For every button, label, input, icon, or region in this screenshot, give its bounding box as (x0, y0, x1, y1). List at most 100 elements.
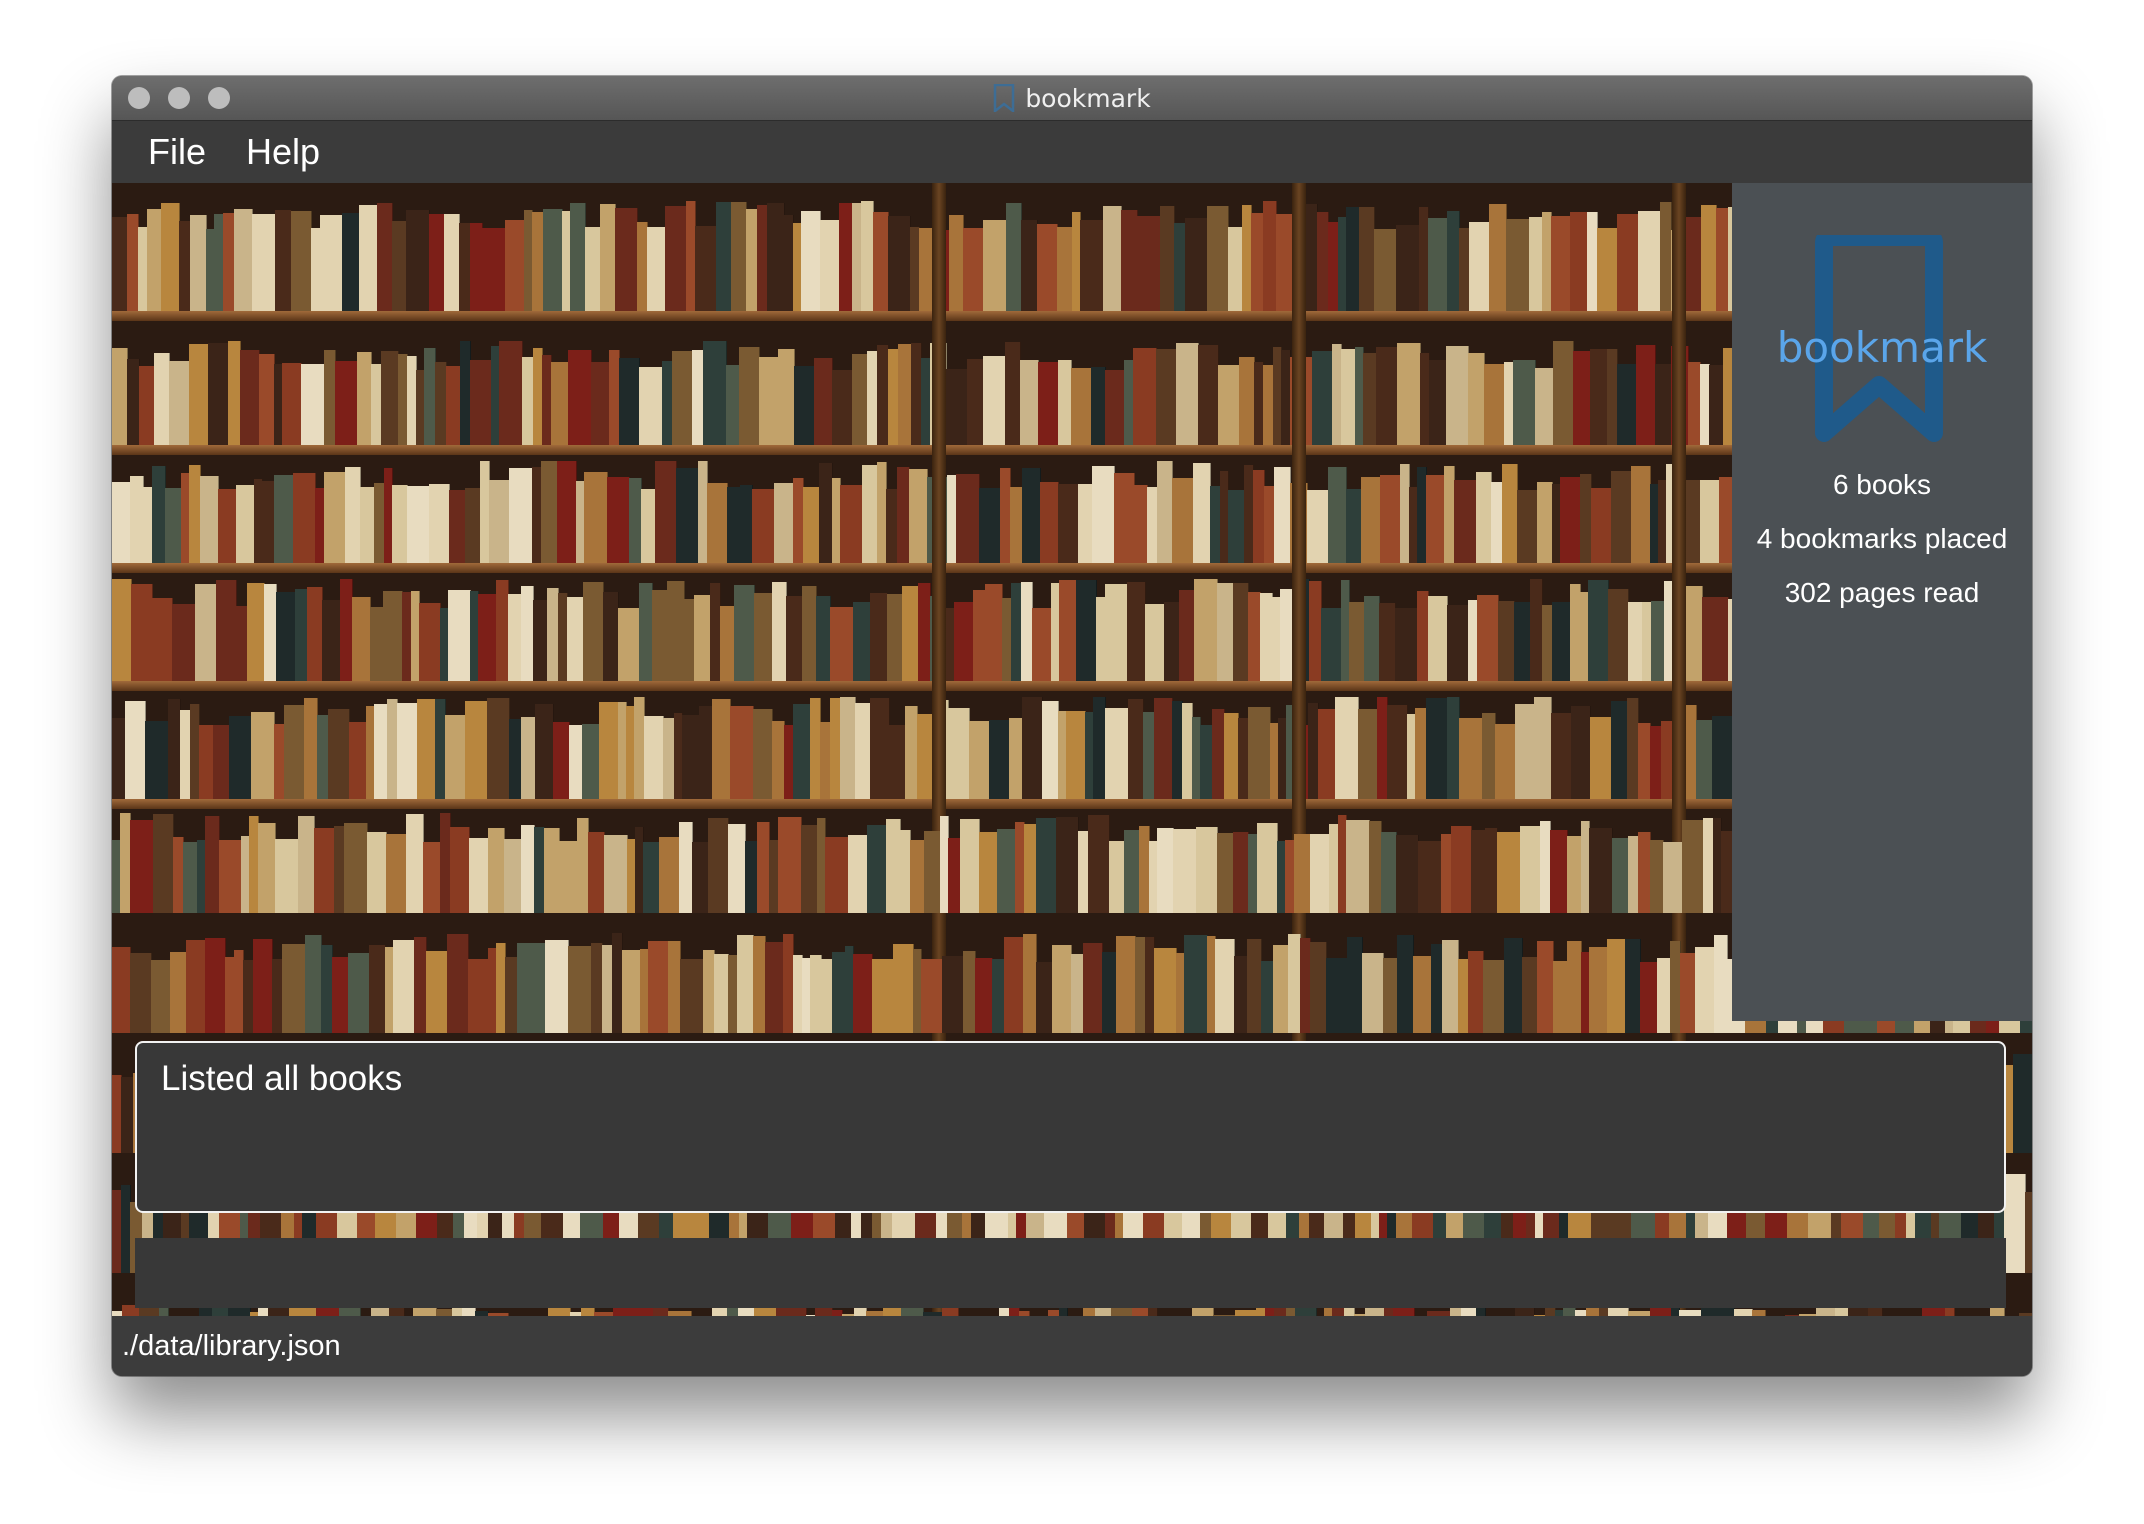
book-spine (152, 466, 166, 563)
book-spine (298, 816, 315, 913)
book-spine (801, 211, 821, 311)
book-spine (553, 722, 570, 799)
book-spine (1714, 935, 1728, 1033)
book-spine (1700, 480, 1720, 563)
book-spine (870, 593, 888, 681)
book-spine (1628, 602, 1643, 681)
book-spine (873, 212, 889, 311)
book-spine (1239, 357, 1255, 445)
book-spine (754, 593, 773, 681)
book-spine (1418, 841, 1442, 913)
book-spine (793, 704, 811, 799)
book-spine (1468, 353, 1485, 445)
book-spine (1429, 360, 1447, 445)
book-spine (1233, 583, 1249, 681)
book-spine (199, 725, 214, 799)
book-spine (367, 832, 387, 913)
book-spine (240, 350, 260, 445)
book-spine (622, 950, 641, 1033)
book-spine (979, 832, 998, 913)
book-spine (1066, 711, 1086, 799)
book-spine (1553, 961, 1568, 1033)
book-spine (652, 590, 668, 681)
command-input[interactable] (135, 1238, 2006, 1308)
book-spine (727, 487, 741, 563)
book-spine (1341, 349, 1356, 445)
book-spine (825, 837, 849, 913)
book-spine (488, 828, 505, 913)
menu-file[interactable]: File (148, 131, 206, 173)
book-spine (406, 814, 424, 913)
book-spine (218, 489, 237, 563)
book-spine (1684, 217, 1702, 311)
book-spine (342, 213, 360, 311)
book-spine (499, 341, 523, 445)
book-spine (130, 953, 152, 1033)
book-spine (1397, 935, 1414, 1033)
book-spine (819, 463, 833, 563)
book-spine (643, 842, 660, 913)
book-spine (924, 831, 941, 913)
book-spine (1504, 938, 1523, 1033)
book-spine (639, 367, 663, 445)
book-spine (253, 939, 273, 1033)
book-spine (1040, 482, 1059, 563)
book-spine (1184, 935, 1208, 1033)
book-spine (1553, 341, 1574, 445)
book-spine (1696, 720, 1713, 799)
book-spine (293, 473, 316, 563)
book-spine (2013, 1054, 2032, 1153)
book-spine (615, 208, 638, 311)
book-spine (1459, 718, 1483, 799)
book-spine (446, 366, 461, 445)
book-spine (910, 840, 925, 913)
book-spine (607, 477, 630, 563)
book-spine (639, 583, 653, 681)
book-spine (839, 203, 853, 311)
book-spine (1091, 367, 1106, 445)
book-spine (655, 461, 677, 563)
book-spine (1004, 937, 1024, 1033)
book-spine (465, 488, 481, 563)
book-spine (357, 352, 372, 445)
book-spine (1247, 939, 1262, 1033)
book-spine (1128, 699, 1144, 799)
book-spine (1650, 840, 1664, 913)
book-spine (152, 598, 173, 681)
window-title-group: bookmark (112, 76, 2032, 120)
book-spine (786, 596, 803, 681)
book-spine (314, 828, 335, 913)
window-title: bookmark (1025, 83, 1151, 113)
menu-help[interactable]: Help (246, 131, 320, 173)
title-bar[interactable]: bookmark (112, 76, 2032, 121)
book-spine (1588, 580, 1609, 681)
book-spine (183, 842, 198, 913)
book-spine (169, 361, 190, 445)
book-spine (714, 954, 729, 1033)
book-spine (888, 216, 911, 311)
book-spine (1446, 346, 1469, 445)
book-spine (1349, 602, 1365, 681)
book-spine (909, 469, 928, 563)
book-spine (1631, 466, 1651, 563)
book-spine (778, 817, 802, 913)
book-spine (1442, 940, 1459, 1033)
book-spine (759, 357, 779, 445)
book-spine (588, 832, 605, 913)
book-spine (1257, 823, 1278, 913)
book-spine (997, 829, 1016, 913)
book-spine (1092, 466, 1115, 563)
book-spine (989, 720, 1010, 799)
book-spine (1198, 345, 1219, 445)
book-spine (1078, 484, 1093, 563)
book-spine (801, 825, 818, 913)
book-spine (1682, 820, 1704, 913)
book-spine (348, 953, 370, 1033)
book-spine (1056, 817, 1079, 913)
book-spine (275, 839, 299, 913)
book-spine (258, 823, 276, 913)
book-spine (1537, 482, 1553, 563)
book-spine (165, 488, 182, 563)
book-spine (949, 215, 964, 311)
book-spine (604, 835, 628, 913)
